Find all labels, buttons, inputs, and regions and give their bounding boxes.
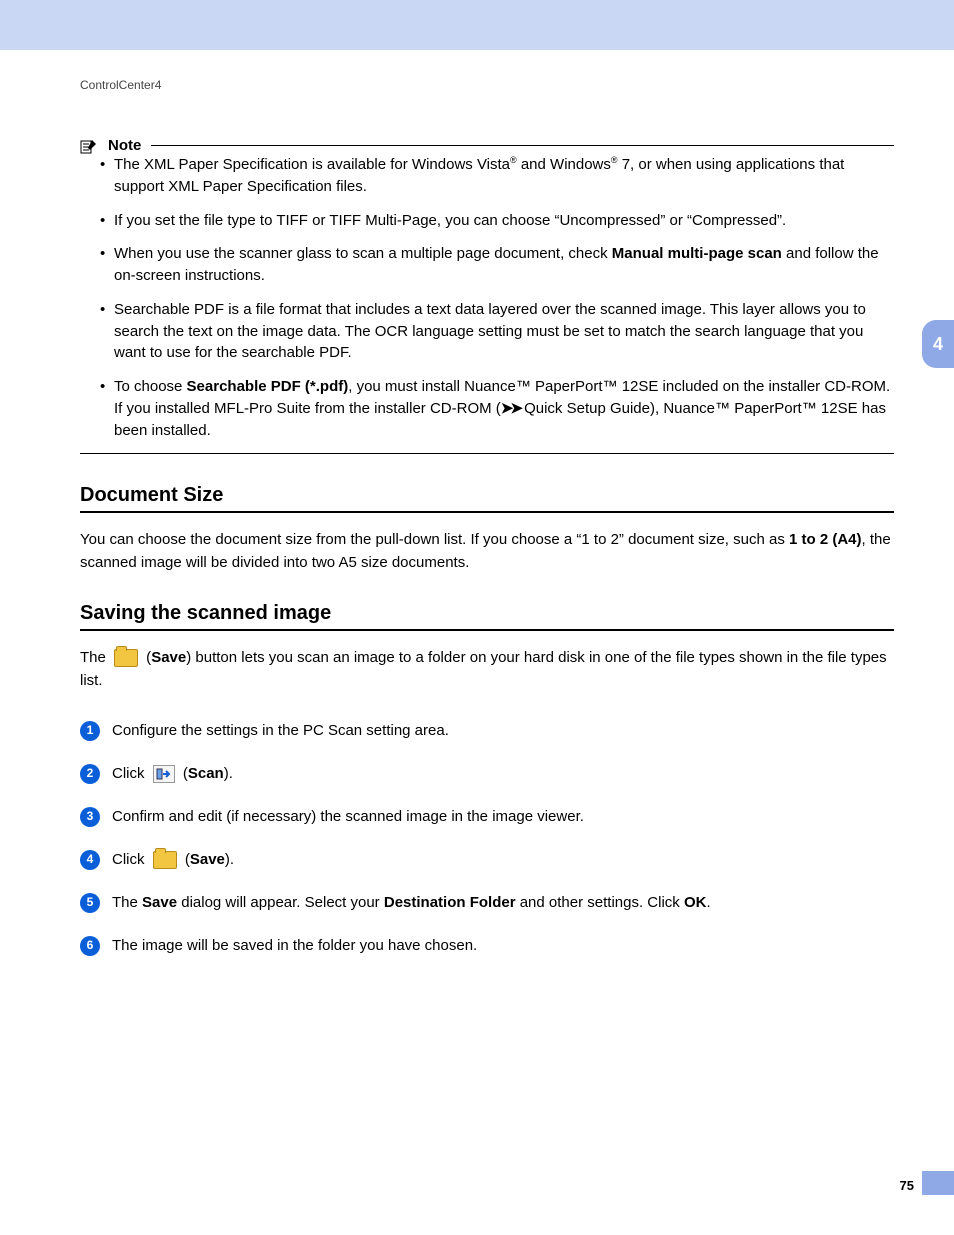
heading-document-size: Document Size (80, 484, 894, 513)
step-item: 3 Confirm and edit (if necessary) the sc… (80, 806, 894, 827)
page-number-tab (922, 1171, 954, 1195)
step-number-icon: 6 (80, 936, 100, 956)
note-list: The XML Paper Specification is available… (80, 154, 894, 441)
step-item: 4 Click (Save). (80, 849, 894, 870)
step-number-icon: 1 (80, 721, 100, 741)
step-item: 5 The Save dialog will appear. Select yo… (80, 892, 894, 913)
step-number-icon: 5 (80, 893, 100, 913)
folder-icon (114, 649, 138, 667)
note-pencil-icon (80, 138, 98, 154)
note-item: The XML Paper Specification is available… (100, 154, 894, 198)
saving-intro-paragraph: The (Save) button lets you scan an image… (80, 647, 894, 692)
heading-saving-image: Saving the scanned image (80, 602, 894, 631)
running-header: ControlCenter4 (80, 78, 894, 92)
step-item: 1 Configure the settings in the PC Scan … (80, 720, 894, 741)
page-number: 75 (900, 1178, 914, 1193)
page-content: ControlCenter4 Note The XML Paper Specif… (0, 50, 954, 998)
note-item: To choose Searchable PDF (*.pdf), you mu… (100, 376, 894, 441)
note-label: Note (108, 137, 141, 154)
scan-icon (153, 765, 175, 783)
note-item: When you use the scanner glass to scan a… (100, 243, 894, 287)
step-number-icon: 3 (80, 807, 100, 827)
folder-icon (153, 851, 177, 869)
note-item: If you set the file type to TIFF or TIFF… (100, 210, 894, 232)
step-item: 6 The image will be saved in the folder … (80, 935, 894, 956)
note-item: Searchable PDF is a file format that inc… (100, 299, 894, 364)
note-block: Note The XML Paper Specification is avai… (80, 137, 894, 454)
steps-list: 1 Configure the settings in the PC Scan … (80, 720, 894, 956)
top-header-bar (0, 0, 954, 50)
step-number-icon: 4 (80, 850, 100, 870)
step-number-icon: 2 (80, 764, 100, 784)
arrows-icon: ➤➤ (501, 400, 520, 417)
step-item: 2 Click (Scan). (80, 763, 894, 784)
document-size-paragraph: You can choose the document size from th… (80, 529, 894, 574)
